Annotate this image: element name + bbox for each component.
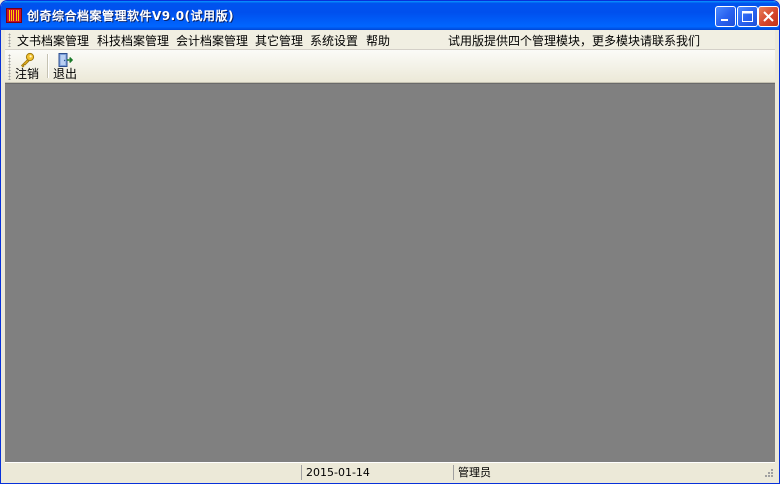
close-icon	[763, 11, 774, 22]
resize-grip-icon[interactable]	[762, 468, 774, 480]
menubar-grip[interactable]	[8, 33, 11, 47]
menu-bar: 文书档案管理 科技档案管理 会计档案管理 其它管理 系统设置 帮助 试用版提供四…	[5, 30, 775, 50]
app-icon[interactable]	[6, 8, 22, 23]
toolbar: 注销 退出	[5, 50, 775, 83]
maximize-button[interactable]	[737, 6, 758, 27]
main-window: 创奇综合档案管理软件V9.0(试用版) 文书档案管理 科技档案管理 会计档案管理…	[0, 0, 780, 484]
status-panel-message	[5, 465, 301, 480]
exit-button[interactable]: 退出	[53, 51, 77, 81]
maximize-icon	[742, 11, 753, 22]
status-user: 管理员	[453, 465, 763, 480]
minimize-icon	[721, 19, 728, 21]
menu-item-help[interactable]: 帮助	[366, 32, 390, 49]
menu-item-document-archives[interactable]: 文书档案管理	[17, 32, 89, 49]
menu-item-tech-archives[interactable]: 科技档案管理	[97, 32, 169, 49]
exit-label: 退出	[53, 67, 78, 81]
exit-door-icon	[58, 53, 73, 67]
close-button[interactable]	[758, 6, 779, 27]
toolbar-separator	[47, 54, 49, 78]
menu-item-accounting-archives[interactable]: 会计档案管理	[176, 32, 248, 49]
status-bar: 2015-01-14 管理员	[5, 462, 775, 481]
trial-notice: 试用版提供四个管理模块，更多模块请联系我们	[448, 34, 701, 48]
key-icon	[20, 52, 35, 68]
status-date: 2015-01-14	[301, 465, 453, 480]
logout-button[interactable]: 注销	[15, 51, 39, 81]
window-title: 创奇综合档案管理软件V9.0(试用版)	[27, 9, 235, 23]
logout-label: 注销	[15, 67, 40, 81]
minimize-button[interactable]	[715, 6, 736, 27]
menu-item-other-management[interactable]: 其它管理	[255, 32, 303, 49]
toolbar-grip[interactable]	[8, 54, 11, 80]
mdi-workspace[interactable]	[5, 83, 775, 462]
menu-item-system-settings[interactable]: 系统设置	[310, 32, 358, 49]
title-bar[interactable]: 创奇综合档案管理软件V9.0(试用版)	[1, 1, 779, 30]
